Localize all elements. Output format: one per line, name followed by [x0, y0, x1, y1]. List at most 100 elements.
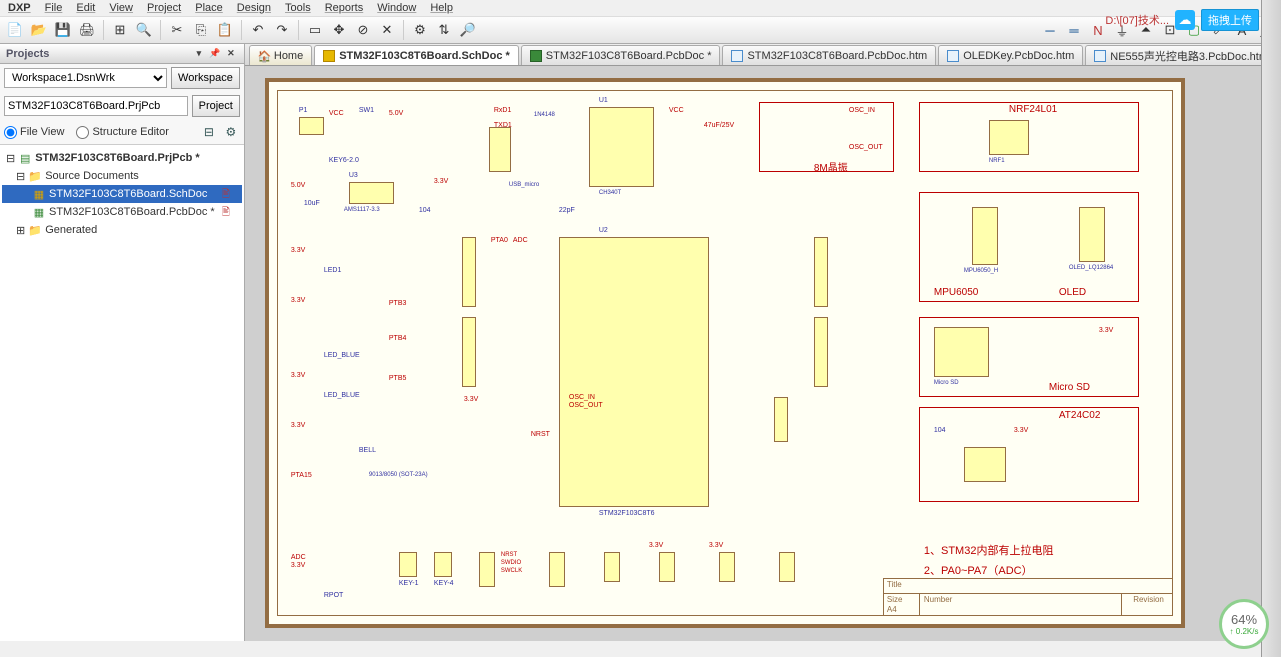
upload-button[interactable]: 拖拽上传 — [1201, 9, 1259, 31]
undo-icon[interactable]: ↶ — [247, 19, 269, 41]
redo-icon[interactable]: ↷ — [271, 19, 293, 41]
block-mpu-oled — [919, 192, 1139, 302]
speed-widget[interactable]: 64% ↑ 0.2K/s — [1219, 599, 1269, 649]
deselect-icon[interactable]: ⊘ — [352, 19, 374, 41]
main-area: Projects ▾ 📌 ✕ Workspace1.DsnWrk Workspa… — [0, 44, 1281, 641]
panel-title: Projects — [6, 48, 49, 60]
structure-editor-radio[interactable]: Structure Editor — [76, 126, 168, 139]
header-mpu — [972, 207, 998, 265]
ic-ams1117 — [349, 182, 394, 204]
modified-flag-icon: 🖹 — [222, 187, 236, 201]
menu-window[interactable]: Window — [377, 2, 416, 14]
save-icon[interactable]: 💾 — [52, 19, 74, 41]
speed-rate: ↑ 0.2K/s — [1230, 627, 1259, 636]
header-p12 — [479, 552, 495, 587]
schematic-canvas[interactable]: P1 VCC SW1 5.0V KEY6-2.0 5.0V U3 AMS1117… — [245, 66, 1281, 641]
cloud-icon[interactable]: ☁ — [1175, 10, 1195, 30]
ic-at24c02 — [964, 447, 1006, 482]
button-k2 — [434, 552, 452, 577]
menu-view[interactable]: View — [109, 2, 133, 14]
menu-project[interactable]: Project — [147, 2, 181, 14]
menu-design[interactable]: Design — [237, 2, 271, 14]
modified-flag-icon: 🖹 — [222, 205, 236, 219]
place-bus-icon[interactable]: ═ — [1063, 19, 1085, 41]
expand-icon[interactable]: ⊟ — [6, 152, 15, 165]
home-icon — [258, 50, 270, 62]
pin-icon[interactable]: 📌 — [208, 47, 222, 61]
tree-generated-folder[interactable]: ⊞ 📁 Generated — [2, 221, 242, 239]
header-p14 — [604, 552, 620, 582]
browse-icon[interactable]: 🔎 — [457, 19, 479, 41]
open-icon[interactable]: 📂 — [28, 19, 50, 41]
move-icon[interactable]: ✥ — [328, 19, 350, 41]
collapse-icon[interactable]: ⊟ — [200, 123, 218, 141]
tree-sch-file[interactable]: ▦ STM32F103C8T6Board.SchDoc 🖹 — [2, 185, 242, 203]
path-hint: D:\[07]技术... — [1105, 12, 1169, 28]
zoom-fit-icon[interactable]: ⊞ — [109, 19, 131, 41]
ic-ch340t — [589, 107, 654, 187]
menu-place[interactable]: Place — [195, 2, 223, 14]
settings-icon[interactable]: ⚙ — [222, 123, 240, 141]
pcb-icon — [530, 50, 542, 62]
note-2: 2、PA0~PA7（ADC） — [924, 562, 1033, 578]
folder-icon: 📁 — [28, 224, 42, 236]
tree-pcb-file[interactable]: ▦ STM32F103C8T6Board.PcbDoc * 🖹 — [2, 203, 242, 221]
file-view-radio[interactable]: File View — [4, 126, 64, 139]
tab-pcb-htm[interactable]: STM32F103C8T6Board.PcbDoc.htm — [722, 45, 936, 65]
menu-tools[interactable]: Tools — [285, 2, 311, 14]
copy-icon[interactable]: ⎘ — [190, 19, 212, 41]
clear-icon[interactable]: ✕ — [376, 19, 398, 41]
block-at24 — [919, 407, 1139, 502]
header-p7 — [814, 317, 828, 387]
project-button[interactable]: Project — [192, 95, 240, 117]
workspace-select[interactable]: Workspace1.DsnWrk — [4, 68, 167, 88]
expand-icon[interactable]: ⊟ — [16, 170, 25, 183]
content-area: Home STM32F103C8T6Board.SchDoc * STM32F1… — [245, 44, 1281, 641]
expand-icon[interactable]: ⊞ — [16, 224, 25, 237]
project-tree[interactable]: ⊟ ▤ STM32F103C8T6Board.PrjPcb * ⊟ 📁 Sour… — [0, 144, 244, 641]
tab-oled-htm[interactable]: OLEDKey.PcbDoc.htm — [938, 45, 1083, 65]
paste-icon[interactable]: 📋 — [214, 19, 236, 41]
cut-icon[interactable]: ✂ — [166, 19, 188, 41]
dropdown-icon[interactable]: ▾ — [192, 47, 206, 61]
schematic-sheet: P1 VCC SW1 5.0V KEY6-2.0 5.0V U3 AMS1117… — [265, 78, 1185, 628]
header-p15 — [659, 552, 675, 582]
workspace-button[interactable]: Workspace — [171, 67, 240, 89]
tab-ne555-htm[interactable]: NE555声光控电路3.PcbDoc.htm — [1085, 45, 1277, 65]
select-icon[interactable]: ▭ — [304, 19, 326, 41]
header-p1 — [299, 117, 324, 135]
right-dock[interactable] — [1261, 0, 1281, 657]
print-icon[interactable]: 🖨 — [76, 19, 98, 41]
place-wire-icon[interactable]: ─ — [1039, 19, 1061, 41]
menu-bar: DXP File Edit View Project Place Design … — [0, 0, 1281, 16]
menu-file[interactable]: File — [45, 2, 63, 14]
header-p17 — [779, 552, 795, 582]
ic-microsd — [934, 327, 989, 377]
tree-project-root[interactable]: ⊟ ▤ STM32F103C8T6Board.PrjPcb * — [2, 149, 242, 167]
project-field[interactable] — [4, 96, 188, 116]
menu-dxp[interactable]: DXP — [8, 2, 31, 14]
new-icon[interactable]: 📄 — [4, 19, 26, 41]
header-nrf — [989, 120, 1029, 155]
close-icon[interactable]: ✕ — [224, 47, 238, 61]
menu-reports[interactable]: Reports — [325, 2, 364, 14]
tab-pcb[interactable]: STM32F103C8T6Board.PcbDoc * — [521, 45, 721, 65]
htm-icon — [731, 50, 743, 62]
ic-stm32 — [559, 237, 709, 507]
header-p8 — [462, 237, 476, 307]
folder-icon: 📁 — [28, 170, 42, 182]
menu-edit[interactable]: Edit — [76, 2, 95, 14]
tree-source-folder[interactable]: ⊟ 📁 Source Documents — [2, 167, 242, 185]
sch-icon — [323, 50, 335, 62]
header-oled — [1079, 207, 1105, 262]
compile-icon[interactable]: ⚙ — [409, 19, 431, 41]
project-icon: ▤ — [18, 152, 32, 164]
view-mode-row: File View Structure Editor ⊟ ⚙ — [0, 120, 244, 144]
crossprobe-icon[interactable]: ⇅ — [433, 19, 455, 41]
zoom-area-icon[interactable]: 🔍 — [133, 19, 155, 41]
tab-sch[interactable]: STM32F103C8T6Board.SchDoc * — [314, 45, 519, 65]
document-tabs: Home STM32F103C8T6Board.SchDoc * STM32F1… — [245, 44, 1281, 66]
menu-help[interactable]: Help — [430, 2, 453, 14]
sch-file-icon: ▦ — [32, 188, 46, 200]
tab-home[interactable]: Home — [249, 45, 312, 65]
